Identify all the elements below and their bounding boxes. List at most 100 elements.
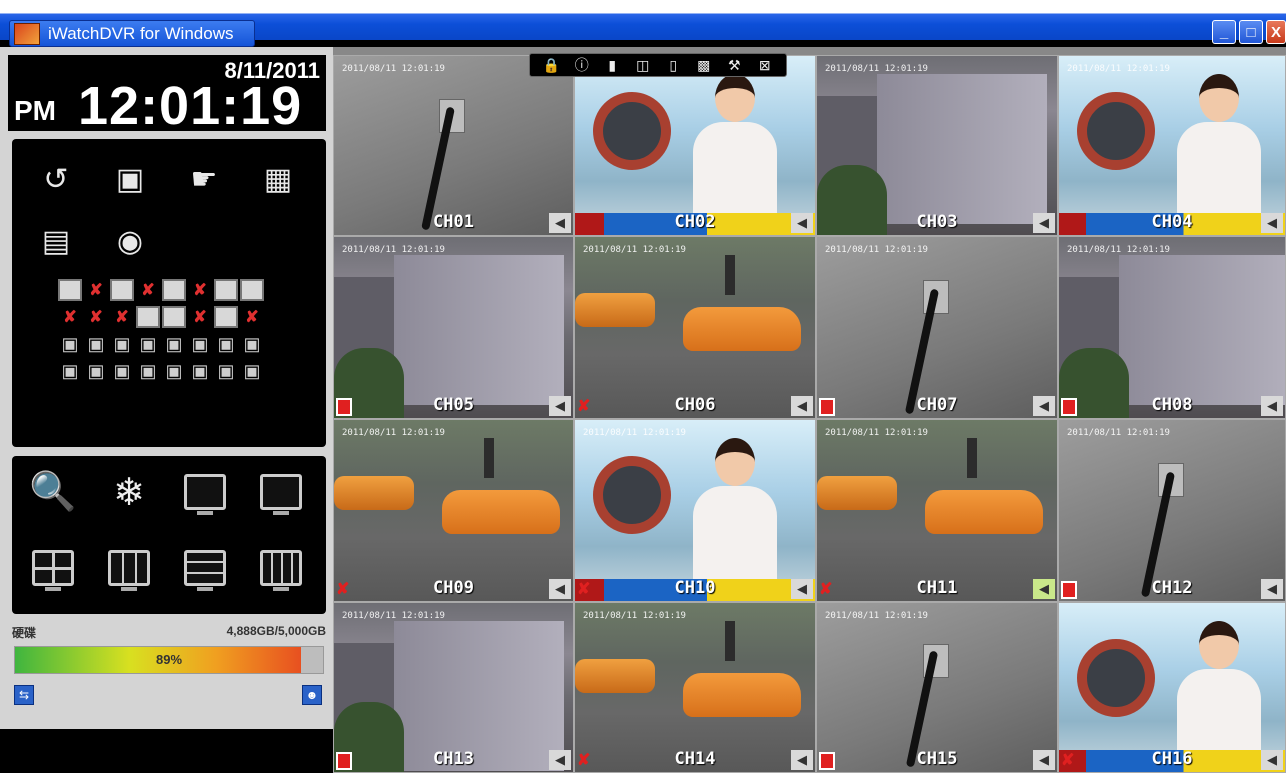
- channel-audio-icon[interactable]: ▣: [110, 333, 134, 355]
- channel-monitor-icon[interactable]: [136, 306, 160, 328]
- speaker-icon[interactable]: ◀: [549, 396, 571, 416]
- channel-disconnected-icon[interactable]: ✘: [84, 279, 108, 301]
- channel-monitor-icon[interactable]: [162, 279, 186, 301]
- thirteen-layout-icon[interactable]: [182, 546, 228, 591]
- channel-audio-icon[interactable]: ▣: [214, 360, 238, 382]
- speaker-icon[interactable]: ◀: [791, 396, 813, 416]
- record-icon[interactable]: [336, 398, 352, 416]
- minimize-button[interactable]: _: [1212, 20, 1236, 44]
- speaker-icon[interactable]: ◀: [1261, 213, 1283, 233]
- alarm-icon[interactable]: ✘: [577, 750, 590, 770]
- speaker-icon[interactable]: ◀: [1033, 579, 1055, 599]
- channel-disconnected-icon[interactable]: ✘: [110, 306, 134, 328]
- channel-audio-icon[interactable]: ▣: [240, 360, 264, 382]
- record-icon[interactable]: [819, 752, 835, 770]
- alarm-icon[interactable]: ✘: [336, 579, 349, 599]
- lock-icon[interactable]: 🔒: [541, 57, 561, 74]
- camera-tile-ch13[interactable]: 2011/08/11 12:01:19 CH13 ◀: [333, 602, 574, 773]
- info-icon[interactable]: ⓘ: [572, 55, 592, 75]
- single-layout-icon[interactable]: [258, 470, 304, 515]
- zoom-icon[interactable]: 🔍: [29, 470, 76, 514]
- channel-disconnected-icon[interactable]: ✘: [136, 279, 160, 301]
- record-icon[interactable]: [336, 752, 352, 770]
- record-icon[interactable]: [819, 398, 835, 416]
- channel-disconnected-icon[interactable]: ✘: [240, 306, 264, 328]
- channel-disconnected-icon[interactable]: ✘: [84, 306, 108, 328]
- channel-disconnected-icon[interactable]: ✘: [188, 279, 212, 301]
- channel-audio-icon[interactable]: ▣: [214, 333, 238, 355]
- pip-layout-icon[interactable]: [182, 470, 228, 515]
- speaker-icon[interactable]: ◀: [791, 213, 813, 233]
- camera-tile-ch10[interactable]: 2011/08/11 12:01:19 CH10 ✘ ◀: [574, 419, 816, 602]
- camera-tile-ch01[interactable]: 2011/08/11 12:01:19 CH01 ◀: [333, 55, 574, 236]
- camera-tile-ch16[interactable]: CH16 ✘ ◀: [1058, 602, 1286, 773]
- channel-audio-icon[interactable]: ▣: [240, 333, 264, 355]
- nine-layout-icon[interactable]: [106, 546, 152, 591]
- tools-icon[interactable]: ⚒: [724, 57, 744, 74]
- settings-icon[interactable]: ▩: [694, 57, 714, 74]
- freeze-icon[interactable]: ❄: [106, 470, 152, 514]
- camera-tile-ch09[interactable]: 2011/08/11 12:01:19 CH09 ✘ ◀: [333, 419, 574, 602]
- channel-audio-icon[interactable]: ▣: [136, 360, 160, 382]
- backup-icon[interactable]: ▣: [108, 159, 152, 199]
- speaker-icon[interactable]: ◀: [1033, 213, 1055, 233]
- sixteen-layout-icon[interactable]: [258, 546, 304, 591]
- alarm-icon[interactable]: ✘: [819, 579, 832, 599]
- close-button[interactable]: X: [1266, 20, 1286, 44]
- camera-tile-ch06[interactable]: 2011/08/11 12:01:19 CH06 ✘ ◀: [574, 236, 816, 419]
- camera-tile-ch14[interactable]: 2011/08/11 12:01:19 CH14 ✘ ◀: [574, 602, 816, 773]
- channel-audio-icon[interactable]: ▣: [162, 360, 186, 382]
- exit-icon[interactable]: ⊠: [755, 57, 775, 74]
- speaker-icon[interactable]: ◀: [1261, 396, 1283, 416]
- ptz-remote-icon[interactable]: ☛: [182, 159, 226, 199]
- speaker-icon[interactable]: ◀: [1261, 750, 1283, 770]
- speaker-icon[interactable]: ◀: [791, 750, 813, 770]
- alarm-icon[interactable]: ✘: [1061, 750, 1074, 770]
- audio-icon[interactable]: ▯: [663, 57, 683, 74]
- channel-monitor-icon[interactable]: [214, 306, 238, 328]
- snapshot-icon[interactable]: ◫: [633, 57, 653, 74]
- channel-monitor-icon[interactable]: [240, 279, 264, 301]
- quad-layout-icon[interactable]: [30, 546, 76, 591]
- video-icon[interactable]: ▮: [602, 57, 622, 74]
- alarm-icon[interactable]: ✘: [577, 396, 590, 416]
- speaker-icon[interactable]: ◀: [1033, 396, 1055, 416]
- channel-audio-icon[interactable]: ▣: [188, 333, 212, 355]
- schedule-search-icon[interactable]: ▦: [256, 159, 300, 199]
- channel-disconnected-icon[interactable]: ✘: [58, 306, 82, 328]
- channel-disconnected-icon[interactable]: ✘: [188, 306, 212, 328]
- record-icon[interactable]: [1061, 581, 1077, 599]
- playback-icon[interactable]: ↺: [34, 159, 78, 199]
- channel-monitor-icon[interactable]: [110, 279, 134, 301]
- camera-tile-ch05[interactable]: 2011/08/11 12:01:19 CH05 ◀: [333, 236, 574, 419]
- channel-audio-icon[interactable]: ▣: [58, 333, 82, 355]
- camera-tile-ch15[interactable]: 2011/08/11 12:01:19 CH15 ◀: [816, 602, 1058, 773]
- user-icon[interactable]: ☻: [302, 685, 322, 705]
- camera-icon[interactable]: ◉: [108, 221, 152, 261]
- network-icon[interactable]: ⇆: [14, 685, 34, 705]
- channel-audio-icon[interactable]: ▣: [58, 360, 82, 382]
- speaker-icon[interactable]: ◀: [549, 750, 571, 770]
- camera-tile-ch02[interactable]: CH02 ◀: [574, 55, 816, 236]
- channel-audio-icon[interactable]: ▣: [162, 333, 186, 355]
- log-search-icon[interactable]: ▤: [34, 221, 78, 261]
- camera-tile-ch07[interactable]: 2011/08/11 12:01:19 CH07 ◀: [816, 236, 1058, 419]
- speaker-icon[interactable]: ◀: [549, 213, 571, 233]
- window-title-tab[interactable]: iWatchDVR for Windows: [9, 20, 255, 47]
- channel-audio-icon[interactable]: ▣: [84, 360, 108, 382]
- camera-tile-ch04[interactable]: 2011/08/11 12:01:19 CH04 ◀: [1058, 55, 1286, 236]
- channel-audio-icon[interactable]: ▣: [84, 333, 108, 355]
- speaker-icon[interactable]: ◀: [1261, 579, 1283, 599]
- channel-audio-icon[interactable]: ▣: [136, 333, 160, 355]
- channel-monitor-icon[interactable]: [58, 279, 82, 301]
- alarm-icon[interactable]: ✘: [577, 579, 590, 599]
- speaker-icon[interactable]: ◀: [549, 579, 571, 599]
- camera-tile-ch12[interactable]: 2011/08/11 12:01:19 CH12 ◀: [1058, 419, 1286, 602]
- camera-tile-ch08[interactable]: 2011/08/11 12:01:19 CH08 ◀: [1058, 236, 1286, 419]
- channel-audio-icon[interactable]: ▣: [188, 360, 212, 382]
- channel-monitor-icon[interactable]: [214, 279, 238, 301]
- speaker-icon[interactable]: ◀: [791, 579, 813, 599]
- channel-monitor-icon[interactable]: [162, 306, 186, 328]
- speaker-icon[interactable]: ◀: [1033, 750, 1055, 770]
- camera-tile-ch11[interactable]: 2011/08/11 12:01:19 CH11 ✘ ◀: [816, 419, 1058, 602]
